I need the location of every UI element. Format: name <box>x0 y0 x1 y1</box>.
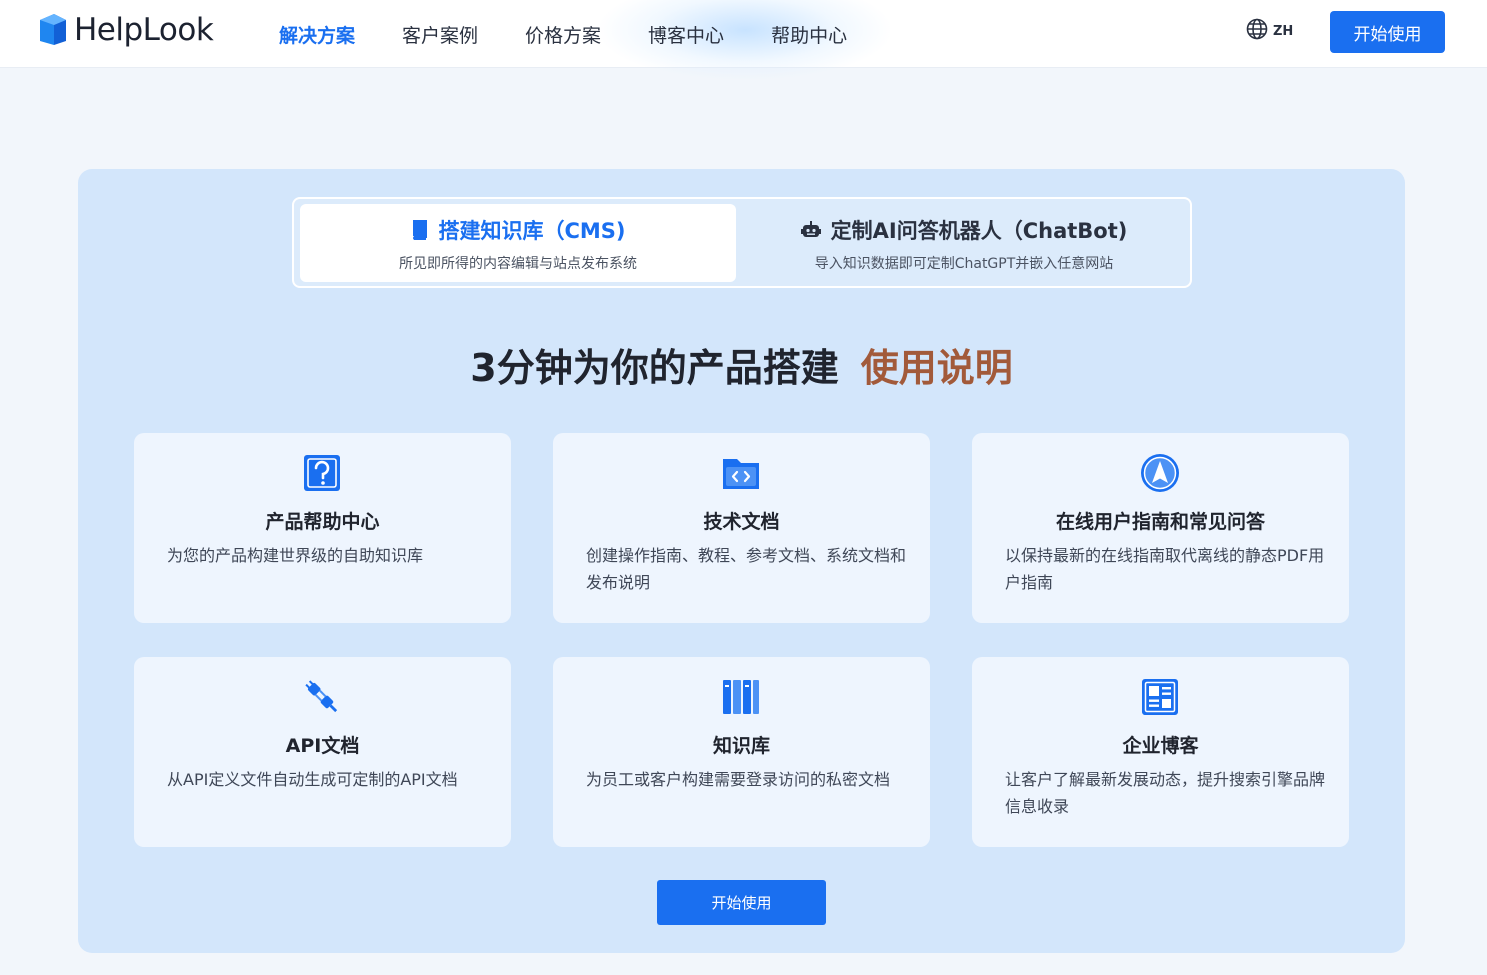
code-folder-icon <box>721 453 761 493</box>
headline-main: 3分钟为你的产品搭建 <box>470 346 839 390</box>
library-icon <box>721 677 761 717</box>
logo-mark-icon <box>38 11 68 49</box>
tab-cms-subtitle: 所见即所得的内容编辑与站点发布系统 <box>399 256 637 272</box>
product-tabs: 搭建知识库（CMS) 所见即所得的内容编辑与站点发布系统 定制AI问答机器人（C… <box>292 197 1192 288</box>
plug-icon <box>302 677 342 717</box>
card-title: 在线用户指南和常见问答 <box>1055 511 1265 533</box>
question-icon <box>302 453 342 493</box>
tab-chatbot-title: 定制AI问答机器人（ChatBot) <box>830 219 1128 243</box>
tab-cms-title: 搭建知识库（CMS) <box>438 219 626 243</box>
solutions-panel: 搭建知识库（CMS) 所见即所得的内容编辑与站点发布系统 定制AI问答机器人（C… <box>78 169 1405 953</box>
card-technical-docs[interactable]: 技术文档 创建操作指南、教程、参考文档、系统文档和发布说明 <box>553 433 930 623</box>
tab-chatbot-subtitle: 导入知识数据即可定制ChatGPT并嵌入任意网站 <box>814 256 1114 272</box>
card-enterprise-blog[interactable]: 企业博客 让客户了解最新发展动态，提升搜索引擎品牌信息收录 <box>972 657 1349 847</box>
card-title: 技术文档 <box>703 511 780 533</box>
start-using-button[interactable]: 开始使用 <box>657 880 826 925</box>
nav-link-solutions[interactable]: 解决方案 <box>279 21 355 48</box>
navigation-icon <box>1140 453 1180 493</box>
card-title: 知识库 <box>712 735 770 757</box>
nav-link-pricing[interactable]: 价格方案 <box>525 21 601 48</box>
get-started-button[interactable]: 开始使用 <box>1330 11 1445 53</box>
book-icon <box>410 220 428 240</box>
section-headline: 3分钟为你的产品搭建 使用说明 <box>78 337 1405 392</box>
card-description: 从API定义文件自动生成可定制的API文档 <box>167 770 458 789</box>
robot-icon <box>800 221 821 239</box>
language-label: ZH <box>1273 23 1294 39</box>
card-description: 为员工或客户构建需要登录访问的私密文档 <box>586 770 891 789</box>
card-title: 企业博客 <box>1122 735 1199 757</box>
card-description: 为您的产品构建世界级的自助知识库 <box>167 546 424 565</box>
tab-cms[interactable]: 搭建知识库（CMS) 所见即所得的内容编辑与站点发布系统 <box>300 204 736 282</box>
globe-icon <box>1246 18 1268 44</box>
card-description: 让客户了解最新发展动态，提升搜索引擎品牌信息收录 <box>1005 770 1326 816</box>
nav-link-customer-cases[interactable]: 客户案例 <box>402 21 478 48</box>
language-switcher[interactable]: ZH <box>1246 18 1293 44</box>
card-online-user-guide[interactable]: 在线用户指南和常见问答 以保持最新的在线指南取代离线的静态PDF用户指南 <box>972 433 1349 623</box>
tab-chatbot[interactable]: 定制AI问答机器人（ChatBot) 导入知识数据即可定制ChatGPT并嵌入任… <box>746 204 1182 282</box>
nav-link-help-center[interactable]: 帮助中心 <box>771 21 847 48</box>
brand-name: HelpLook <box>74 12 214 48</box>
card-title: API文档 <box>285 735 360 757</box>
card-knowledge-base[interactable]: 知识库 为员工或客户构建需要登录访问的私密文档 <box>553 657 930 847</box>
card-api-docs[interactable]: API文档 从API定义文件自动生成可定制的API文档 <box>134 657 511 847</box>
card-title: 产品帮助中心 <box>265 511 380 533</box>
headline-accent: 使用说明 <box>860 346 1013 390</box>
blog-icon <box>1140 677 1180 717</box>
card-product-help-center[interactable]: 产品帮助中心 为您的产品构建世界级的自助知识库 <box>134 433 511 623</box>
top-navbar: HelpLook 解决方案 客户案例 价格方案 博客中心 帮助中心 ZH 开始使… <box>0 0 1487 80</box>
card-description: 以保持最新的在线指南取代离线的静态PDF用户指南 <box>1005 546 1325 592</box>
nav-link-blog[interactable]: 博客中心 <box>648 21 724 48</box>
card-description: 创建操作指南、教程、参考文档、系统文档和发布说明 <box>586 546 907 592</box>
main-nav: 解决方案 客户案例 价格方案 博客中心 帮助中心 <box>279 0 894 68</box>
brand-logo[interactable]: HelpLook <box>38 9 214 51</box>
